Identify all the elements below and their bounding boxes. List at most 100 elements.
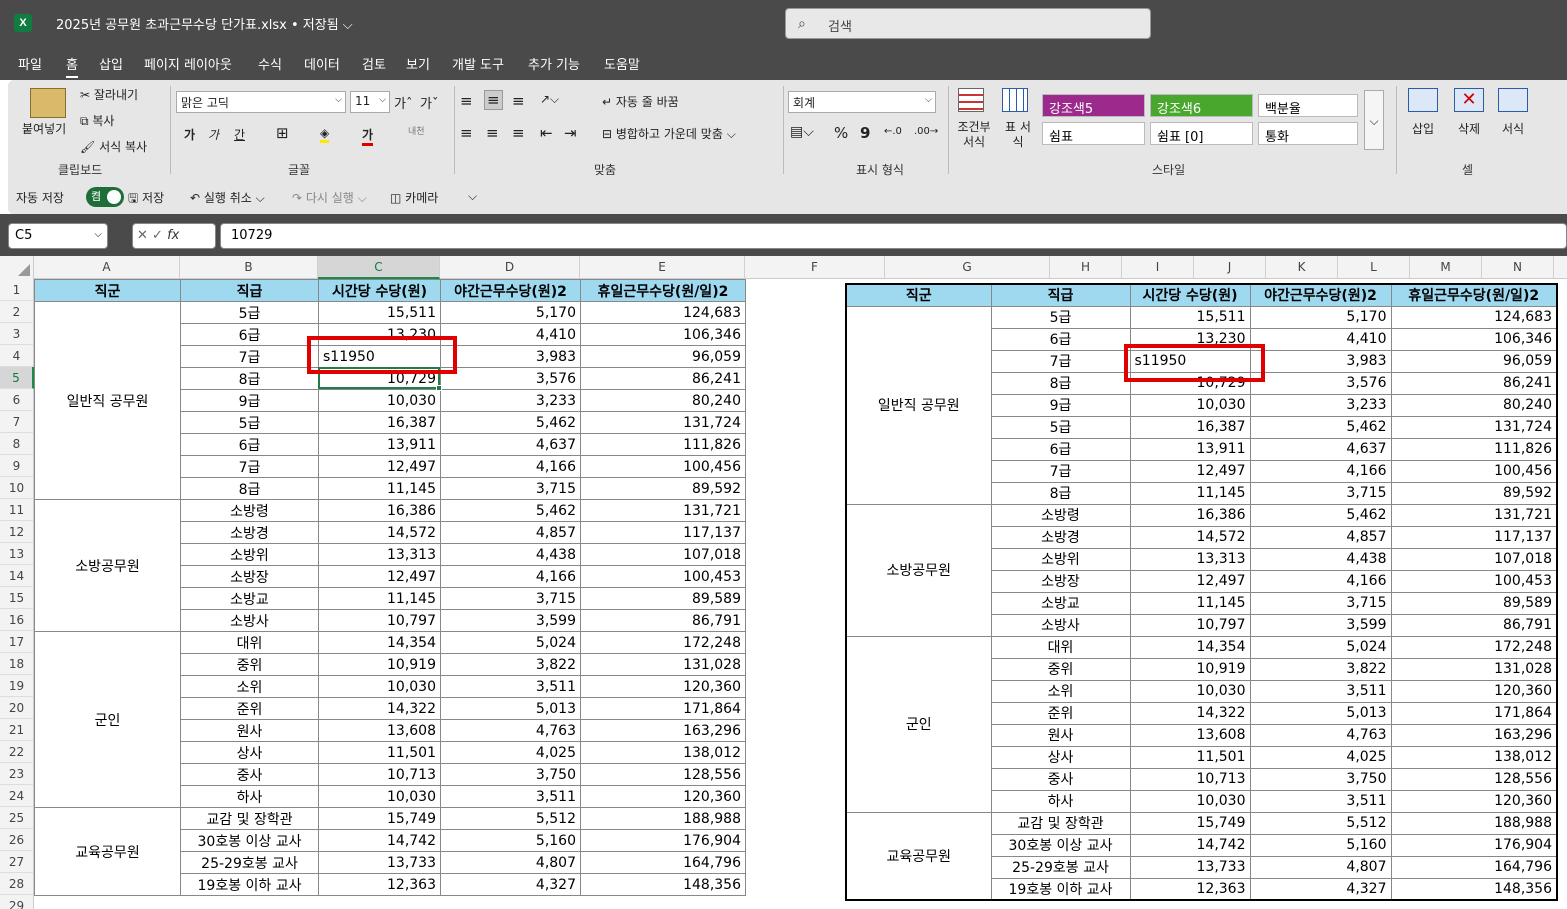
rank-cell[interactable]: 원사 (180, 719, 319, 742)
column-header-n[interactable]: N (1482, 256, 1554, 279)
value-cell[interactable]: 148,356 (1390, 877, 1558, 901)
insert-cells-icon[interactable] (1408, 88, 1438, 112)
conditional-format-button[interactable]: 조건부 서식 (952, 120, 996, 150)
row-header-3[interactable]: 3 (0, 323, 34, 345)
value-cell[interactable]: 176,904 (1390, 833, 1558, 857)
formula-input[interactable]: 10729 (220, 223, 1567, 249)
value-cell[interactable]: 4,410 (440, 323, 581, 346)
rank-cell[interactable]: 소방교 (180, 587, 319, 610)
rank-cell[interactable]: 7급 (180, 345, 319, 368)
rank-cell[interactable]: 25-29호봉 교사 (990, 855, 1131, 879)
value-cell[interactable]: 3,715 (1249, 481, 1392, 505)
rank-cell[interactable]: 7급 (990, 459, 1131, 483)
rank-cell[interactable]: 9급 (990, 393, 1131, 417)
rank-cell[interactable]: 중위 (990, 657, 1131, 681)
value-cell[interactable]: 13,608 (1129, 723, 1251, 747)
value-cell[interactable]: 12,363 (318, 873, 441, 896)
header-cell[interactable]: 직급 (990, 283, 1131, 307)
value-cell[interactable]: 3,233 (440, 389, 581, 412)
value-cell[interactable]: 11,145 (318, 587, 441, 610)
font-color-icon[interactable]: 가 (362, 126, 374, 146)
rank-cell[interactable]: 19호봉 이하 교사 (990, 877, 1131, 901)
rank-cell[interactable]: 중사 (180, 763, 319, 786)
value-cell[interactable]: 10,030 (318, 389, 441, 412)
value-cell[interactable]: 10,729 (1129, 371, 1251, 395)
value-cell[interactable]: 171,864 (1390, 701, 1558, 725)
value-cell[interactable]: 4,166 (440, 455, 581, 478)
row-header-12[interactable]: 12 (0, 521, 34, 543)
row-header-17[interactable]: 17 (0, 631, 34, 653)
value-cell[interactable]: 12,497 (318, 455, 441, 478)
value-cell[interactable]: 11,145 (318, 477, 441, 500)
value-cell[interactable]: 14,322 (318, 697, 441, 720)
value-cell[interactable]: 111,826 (1390, 437, 1558, 461)
delete-cells-icon[interactable]: ✕ (1454, 88, 1484, 112)
group-cell[interactable]: 소방공무원 (845, 503, 992, 637)
value-cell[interactable]: 10,030 (1129, 789, 1251, 813)
value-cell[interactable]: 4,438 (1249, 547, 1392, 571)
value-cell[interactable]: 89,589 (580, 587, 746, 610)
decrease-font-icon[interactable]: 가ˇ (420, 93, 438, 112)
autosave-toggle[interactable]: 켬 (86, 187, 124, 207)
value-cell[interactable]: 106,346 (580, 323, 746, 346)
group-cell[interactable]: 소방공무원 (34, 499, 181, 632)
percent-icon[interactable]: % (834, 124, 848, 142)
row-header-14[interactable]: 14 (0, 565, 34, 587)
format-cells-button[interactable]: 서식 (1502, 120, 1524, 137)
value-cell[interactable]: 80,240 (580, 389, 746, 412)
row-header-21[interactable]: 21 (0, 719, 34, 741)
value-cell[interactable]: 3,715 (440, 587, 581, 610)
value-cell[interactable]: 3,822 (440, 653, 581, 676)
value-cell[interactable]: 131,724 (580, 411, 746, 434)
row-header-18[interactable]: 18 (0, 653, 34, 675)
style-accent6[interactable]: 강조색6 (1150, 94, 1253, 117)
value-cell[interactable]: 172,248 (580, 631, 746, 654)
value-cell[interactable]: 3,233 (1249, 393, 1392, 417)
rank-cell[interactable]: 중사 (990, 767, 1131, 791)
value-cell[interactable]: 107,018 (580, 543, 746, 566)
header-cell[interactable]: 시간당 수당(원) (318, 279, 441, 302)
value-cell[interactable]: 4,438 (440, 543, 581, 566)
redo-button[interactable]: ↷ 다시 실행 ⌵ (292, 189, 367, 206)
value-cell[interactable]: 10,030 (1129, 393, 1251, 417)
rank-cell[interactable]: 소방경 (990, 525, 1131, 549)
align-right-icon[interactable]: ≡ (512, 124, 525, 142)
value-cell[interactable]: 120,360 (580, 785, 746, 808)
value-cell[interactable]: 176,904 (580, 829, 746, 852)
table-format-button[interactable]: 표 서식 (1000, 120, 1036, 150)
value-cell[interactable]: 4,637 (1249, 437, 1392, 461)
value-cell[interactable]: 120,360 (1390, 789, 1558, 813)
rank-cell[interactable]: 7급 (990, 349, 1131, 373)
value-cell[interactable]: 172,248 (1390, 635, 1558, 659)
fill-handle[interactable] (436, 385, 442, 391)
value-cell[interactable]: 16,387 (318, 411, 441, 434)
value-cell[interactable]: 4,327 (1249, 877, 1392, 901)
value-cell[interactable]: 14,354 (318, 631, 441, 654)
column-header-l[interactable]: L (1338, 256, 1410, 279)
value-cell[interactable]: 164,796 (1390, 855, 1558, 879)
value-cell[interactable]: 188,988 (1390, 811, 1558, 835)
tab-file[interactable]: 파일 (18, 54, 42, 73)
copy-button[interactable]: ⧉ 복사 (80, 112, 114, 129)
rank-cell[interactable]: 25-29호봉 교사 (180, 851, 319, 874)
value-cell[interactable]: 4,637 (440, 433, 581, 456)
select-all-corner[interactable] (0, 256, 34, 279)
value-cell[interactable]: 10,919 (318, 653, 441, 676)
cancel-icon[interactable]: ✕ (137, 228, 152, 243)
column-header-d[interactable]: D (440, 256, 580, 279)
value-cell[interactable]: 12,363 (1129, 877, 1251, 901)
row-header-15[interactable]: 15 (0, 587, 34, 609)
underline-icon[interactable]: 간 (234, 126, 245, 143)
value-cell[interactable]: 13,733 (1129, 855, 1251, 879)
value-cell[interactable]: 4,166 (1249, 569, 1392, 593)
bold-icon[interactable]: 가 (184, 126, 195, 143)
value-cell[interactable]: 4,807 (1249, 855, 1392, 879)
style-comma0[interactable]: 쉼표 [0] (1150, 122, 1253, 145)
tab-developer[interactable]: 개발 도구 (452, 54, 504, 73)
value-cell[interactable]: 13,608 (318, 719, 441, 742)
rank-cell[interactable]: 소방사 (180, 609, 319, 632)
value-cell[interactable]: 5,013 (440, 697, 581, 720)
value-cell[interactable]: 96,059 (580, 345, 746, 368)
value-cell[interactable]: 15,511 (318, 301, 441, 324)
value-cell[interactable]: 111,826 (580, 433, 746, 456)
